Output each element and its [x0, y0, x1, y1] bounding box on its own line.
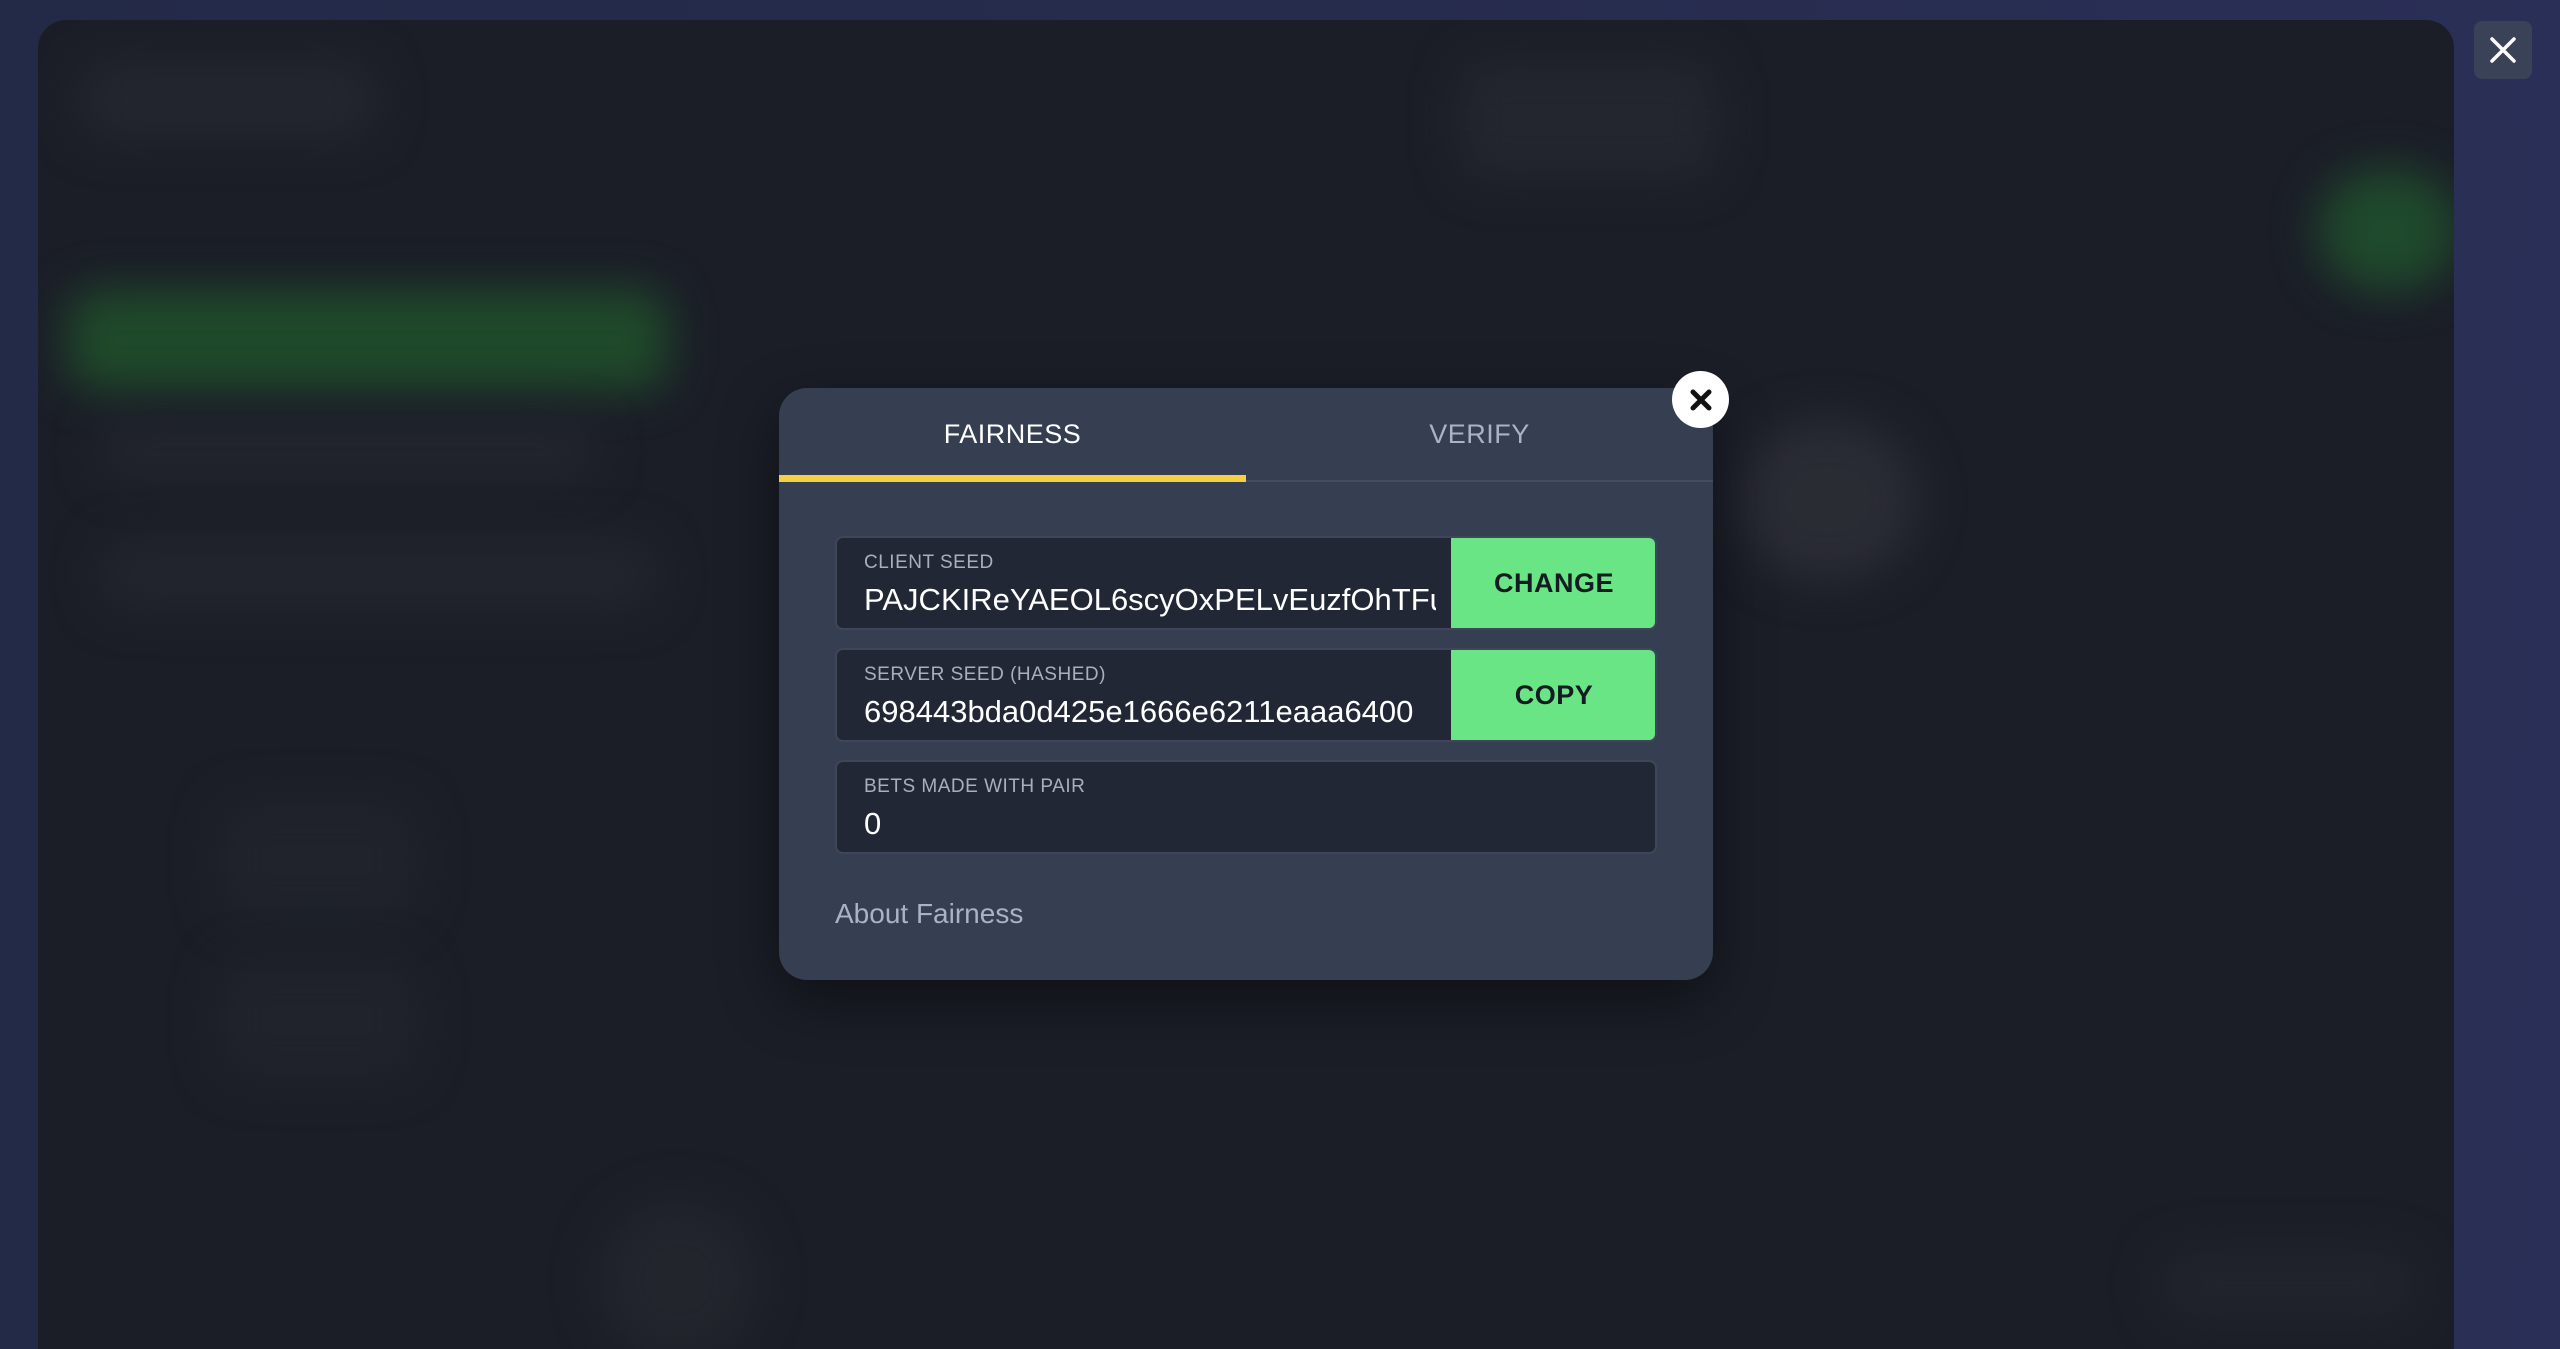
blurred-shape: [598, 1200, 758, 1349]
modal-close-button[interactable]: [1672, 371, 1729, 428]
blurred-shape: [2158, 1250, 2418, 1320]
about-fairness-link[interactable]: About Fairness: [835, 898, 1023, 930]
bets-made-value: 0: [864, 806, 882, 841]
blurred-shape: [98, 540, 658, 610]
client-seed-label: CLIENT SEED: [864, 552, 994, 573]
server-seed-field: SERVER SEED (HASHED) 698443bda0d425e1666…: [835, 648, 1657, 742]
blurred-shape: [218, 800, 418, 920]
fairness-modal: FAIRNESS VERIFY CLIENT SEED PAJCKIReYAEO…: [779, 371, 1729, 980]
tab-fairness[interactable]: FAIRNESS: [779, 388, 1246, 482]
blurred-shape: [98, 420, 598, 480]
close-circle-icon: [1690, 389, 1711, 410]
blurred-shape: [68, 290, 668, 390]
blurred-shape: [1458, 60, 1718, 180]
bets-made-field: BETS MADE WITH PAIR 0: [835, 760, 1657, 854]
bets-made-label: BETS MADE WITH PAIR: [864, 776, 1086, 797]
server-seed-value[interactable]: 698443bda0d425e1666e6211eaaa6400: [864, 694, 1436, 730]
client-seed-value[interactable]: PAJCKIReYAEOL6scyOxPELvEuzfOhTFuy: [864, 582, 1436, 618]
blurred-shape: [1738, 420, 1918, 580]
change-seed-button[interactable]: CHANGE: [1451, 538, 1655, 628]
server-seed-label: SERVER SEED (HASHED): [864, 664, 1106, 685]
window-close-button[interactable]: [2474, 21, 2532, 79]
blurred-shape: [2318, 170, 2454, 290]
close-icon: [2490, 37, 2516, 63]
client-seed-field: CLIENT SEED PAJCKIReYAEOL6scyOxPELvEuzfO…: [835, 536, 1657, 630]
tab-verify[interactable]: VERIFY: [1246, 388, 1713, 480]
copy-seed-button[interactable]: COPY: [1451, 650, 1655, 740]
modal-tabs: FAIRNESS VERIFY: [779, 388, 1713, 482]
blurred-shape: [218, 960, 418, 1080]
blurred-shape: [78, 60, 378, 140]
